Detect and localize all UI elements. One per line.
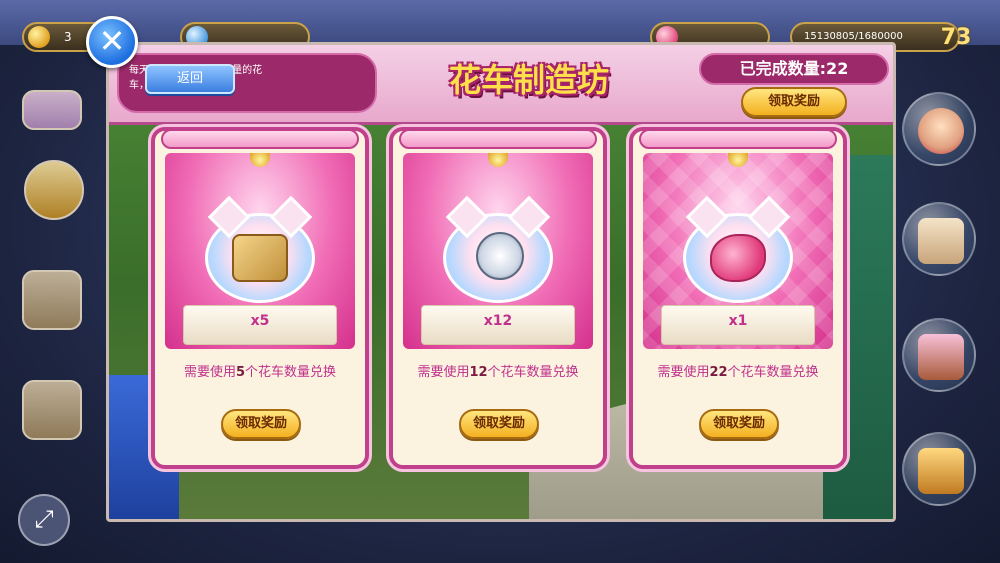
shopping-bag-icon [918, 218, 964, 264]
requirement-number: 5 [235, 365, 246, 380]
coin-icon [28, 26, 50, 48]
exp-value: 15130805/1680000 [804, 31, 903, 42]
requirement-text: 需要使用5个花车数量兑换 [155, 361, 365, 380]
requirement-number: 22 [709, 365, 728, 380]
requirement-prefix: 需要使用 [657, 365, 710, 380]
card-stage: x1 [643, 153, 833, 349]
back-button[interactable]: 返回 [145, 64, 235, 94]
requirement-text: 需要使用22个花车数量兑换 [633, 361, 843, 380]
item-cloud [443, 213, 553, 303]
order-list-icon[interactable] [22, 380, 82, 440]
scroll-icon [232, 234, 288, 282]
completed-count: 已完成数量:22 [699, 53, 889, 85]
card-top-scroll [161, 129, 359, 149]
requirement-prefix: 需要使用 [417, 365, 470, 380]
lv-banner-icon[interactable] [22, 90, 82, 130]
coin-value: 3 [64, 30, 72, 44]
card-top-scroll [399, 129, 597, 149]
lamp-icon [728, 153, 748, 167]
fish-icon [710, 234, 766, 282]
reward-card-2: x12 需要使用12个花车数量兑换 领取奖励 [389, 127, 607, 469]
reward-quantity: x5 [250, 313, 270, 329]
trophy-icon[interactable] [24, 160, 84, 220]
flower-car-workshop-panel: 每天 订单，完成指定数量的花 车， 订单24点刷新） 返回 花车制造坊 已完成数… [106, 42, 896, 522]
requirement-suffix: 个花车数量兑换 [487, 365, 579, 380]
clock-icon [476, 232, 524, 280]
card-top-scroll [639, 129, 837, 149]
card-stage: x5 [165, 153, 355, 349]
task-list-icon[interactable] [22, 270, 82, 330]
claim-reward-button[interactable]: 领取奖励 [699, 409, 779, 439]
store-bubble[interactable] [902, 318, 976, 392]
panel-header: 每天 订单，完成指定数量的花 车， 订单24点刷新） 返回 花车制造坊 已完成数… [109, 45, 893, 125]
reward-quantity: x1 [728, 313, 748, 329]
expand-icon[interactable]: ⤢ [18, 494, 70, 546]
requirement-number: 12 [469, 365, 488, 380]
level-badge: 73 [940, 25, 972, 50]
requirement-suffix: 个花车数量兑换 [245, 365, 337, 380]
avatar-icon [918, 108, 964, 154]
store-icon [918, 334, 964, 380]
treasure-chest-icon [918, 448, 964, 494]
lamp-icon [488, 153, 508, 167]
avatar-bubble[interactable] [902, 92, 976, 166]
lamp-icon [250, 153, 270, 167]
shop-bag-bubble[interactable] [902, 202, 976, 276]
claim-reward-button-top[interactable]: 领取奖励 [741, 87, 847, 117]
requirement-suffix: 个花车数量兑换 [727, 365, 819, 380]
requirement-prefix: 需要使用 [183, 365, 236, 380]
item-cloud [205, 213, 315, 303]
reward-quantity: x12 [483, 313, 513, 329]
claim-reward-button[interactable]: 领取奖励 [221, 409, 301, 439]
requirement-text: 需要使用12个花车数量兑换 [393, 361, 603, 380]
panel-title: 花车制造坊 [448, 61, 609, 99]
reward-card-3: x1 需要使用22个花车数量兑换 领取奖励 [629, 127, 847, 469]
card-stage: x12 [403, 153, 593, 349]
claim-reward-button[interactable]: 领取奖励 [459, 409, 539, 439]
treasure-bubble[interactable] [902, 432, 976, 506]
close-button[interactable]: ✕ [86, 16, 138, 68]
reward-card-1: x5 需要使用5个花车数量兑换 领取奖励 [151, 127, 369, 469]
item-cloud [683, 213, 793, 303]
